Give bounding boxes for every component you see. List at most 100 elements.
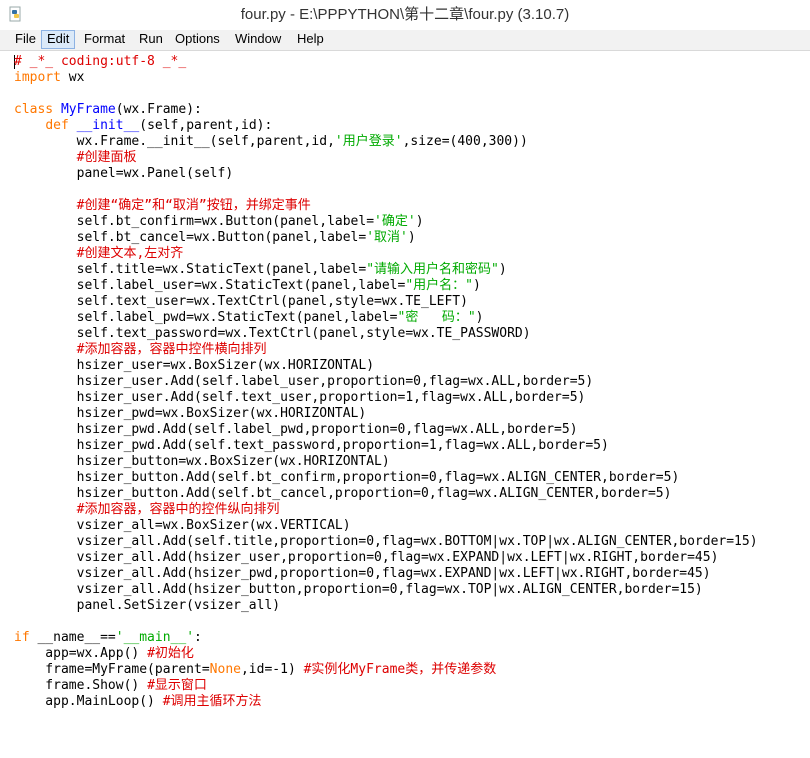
code-line: vsizer_all.Add(hsizer_user,proportion=0,… (14, 550, 719, 566)
code-token: import (14, 70, 61, 85)
code-token: hsizer_pwd.Add(self.text_password,propor… (14, 438, 609, 453)
code-token: '__main__' (115, 630, 195, 645)
code-token: # _*_ coding:utf-8 _*_ (14, 54, 187, 69)
code-token: hsizer_user=wx.BoxSizer(wx.HORIZONTAL) (14, 358, 375, 373)
code-line: wx.Frame.__init__(self,parent,id,'用户登录',… (14, 134, 528, 150)
code-token: #创建面板 (76, 150, 137, 165)
code-token: vsizer_all=wx.BoxSizer(wx.VERTICAL) (14, 518, 351, 533)
code-token: panel.SetSizer(vsizer_all) (14, 598, 281, 613)
code-token: hsizer_user.Add(self.label_user,proporti… (14, 374, 594, 389)
code-line: # _*_ coding:utf-8 _*_ (14, 54, 186, 70)
code-line: self.bt_cancel=wx.Button(panel,label='取消… (14, 230, 416, 246)
menu-edit[interactable]: Edit (41, 30, 76, 49)
code-token: self.text_password=wx.TextCtrl(panel,sty… (14, 326, 531, 341)
code-token: wx (60, 70, 85, 85)
code-line: app=wx.App() #初始化 (14, 646, 194, 662)
code-line: if __name__=='__main__': (14, 630, 202, 646)
menu-help[interactable]: Help (292, 30, 329, 49)
code-token: wx.Frame.__init__(self,parent,id, (14, 134, 335, 149)
code-token: (wx.Frame): (115, 102, 202, 117)
code-token: #创建文本,左对齐 (76, 246, 184, 261)
code-token: frame.Show() (14, 678, 148, 693)
code-token: None (209, 662, 241, 677)
code-token: frame=MyFrame(parent= (14, 662, 210, 677)
code-line: self.bt_confirm=wx.Button(panel,label='确… (14, 214, 424, 230)
code-token: hsizer_button.Add(self.bt_cancel,proport… (14, 486, 672, 501)
code-line: vsizer_all.Add(hsizer_pwd,proportion=0,f… (14, 566, 711, 582)
code-token: self.text_user=wx.TextCtrl(panel,style=w… (14, 294, 468, 309)
code-line: vsizer_all.Add(hsizer_button,proportion=… (14, 582, 703, 598)
code-token: '确定' (374, 214, 416, 229)
code-line: #创建“确定”和“取消”按钮，并绑定事件 (14, 198, 311, 214)
code-token: panel=wx.Panel(self) (14, 166, 234, 181)
code-token: #添加容器，容器中控件横向排列 (76, 342, 267, 357)
code-token: self.bt_cancel=wx.Button(panel,label= (14, 230, 367, 245)
code-line: #创建文本,左对齐 (14, 246, 184, 262)
code-token: self.label_pwd=wx.StaticText(panel,label… (14, 310, 398, 325)
code-editor[interactable]: # _*_ coding:utf-8 _*_ import wx class MyF… (0, 50, 810, 758)
code-line: #添加容器，容器中的控件纵向排列 (14, 502, 280, 518)
code-token: ) (475, 310, 484, 325)
code-token: hsizer_button=wx.BoxSizer(wx.HORIZONTAL) (14, 454, 390, 469)
code-token: app=wx.App() (14, 646, 148, 661)
code-line: def __init__(self,parent,id): (14, 118, 272, 134)
code-line: hsizer_user.Add(self.text_user,proportio… (14, 390, 586, 406)
code-token: self.bt_confirm=wx.Button(panel,label= (14, 214, 375, 229)
menu-run[interactable]: Run (134, 30, 168, 49)
code-line: #创建面板 (14, 150, 137, 166)
code-line: self.text_user=wx.TextCtrl(panel,style=w… (14, 294, 468, 310)
code-line: frame.Show() #显示窗口 (14, 678, 207, 694)
code-line: hsizer_button=wx.BoxSizer(wx.HORIZONTAL) (14, 454, 390, 470)
code-token: self.label_user=wx.StaticText(panel,labe… (14, 278, 406, 293)
code-token: '用户登录' (334, 134, 403, 149)
code-token: hsizer_button.Add(self.bt_confirm,propor… (14, 470, 680, 485)
code-token: #显示窗口 (147, 678, 207, 693)
code-token: vsizer_all.Add(hsizer_button,proportion=… (14, 582, 703, 597)
code-line: self.label_pwd=wx.StaticText(panel,label… (14, 310, 484, 326)
window-title: four.py - E:\PPPYTHON\第十二章\four.py (3.10… (240, 6, 570, 23)
code-token: ) (498, 262, 507, 277)
code-token: #添加容器，容器中的控件纵向排列 (76, 502, 280, 517)
code-token: vsizer_all.Add(hsizer_user,proportion=0,… (14, 550, 719, 565)
code-token: ) (415, 214, 424, 229)
code-line: import wx (14, 70, 84, 86)
code-line: hsizer_pwd.Add(self.label_pwd,proportion… (14, 422, 578, 438)
menu-file[interactable]: File (10, 30, 41, 49)
code-line: self.title=wx.StaticText(panel,label="请输… (14, 262, 507, 278)
code-token: MyFrame (60, 102, 116, 117)
code-token: "请输入用户名和密码" (366, 262, 499, 277)
code-line: panel.SetSizer(vsizer_all) (14, 598, 281, 614)
title-bar[interactable]: four.py - E:\PPPYTHON\第十二章\four.py (3.10… (0, 0, 810, 30)
code-line: hsizer_button.Add(self.bt_confirm,propor… (14, 470, 680, 486)
code-line: vsizer_all=wx.BoxSizer(wx.VERTICAL) (14, 518, 351, 534)
code-line: self.text_password=wx.TextCtrl(panel,sty… (14, 326, 531, 342)
code-token: ,id=-1) (240, 662, 304, 677)
code-token: __name__== (29, 630, 116, 645)
code-token: hsizer_pwd=wx.BoxSizer(wx.HORIZONTAL) (14, 406, 367, 421)
code-token: : (194, 630, 202, 645)
menu-format[interactable]: Format (79, 30, 130, 49)
code-line: frame=MyFrame(parent=None,id=-1) #实例化MyF… (14, 662, 496, 678)
code-token: vsizer_all.Add(hsizer_pwd,proportion=0,f… (14, 566, 711, 581)
code-token: hsizer_pwd.Add(self.label_pwd,proportion… (14, 422, 578, 437)
menu-options[interactable]: Options (170, 30, 225, 49)
code-line: panel=wx.Panel(self) (14, 166, 234, 182)
code-line: vsizer_all.Add(self.title,proportion=0,f… (14, 534, 758, 550)
menu-window[interactable]: Window (230, 30, 286, 49)
code-token: app.MainLoop() (14, 694, 163, 709)
code-token: ,size=(400,300)) (402, 134, 528, 149)
code-line: class MyFrame(wx.Frame): (14, 102, 202, 118)
code-line: app.MainLoop() #调用主循环方法 (14, 694, 261, 710)
code-token: #创建“确定”和“取消”按钮，并绑定事件 (76, 198, 311, 213)
code-token: hsizer_user.Add(self.text_user,proportio… (14, 390, 586, 405)
code-token: def (45, 118, 69, 133)
code-token: ) (407, 230, 416, 245)
code-token: '取消' (366, 230, 408, 245)
code-line: hsizer_user=wx.BoxSizer(wx.HORIZONTAL) (14, 358, 374, 374)
